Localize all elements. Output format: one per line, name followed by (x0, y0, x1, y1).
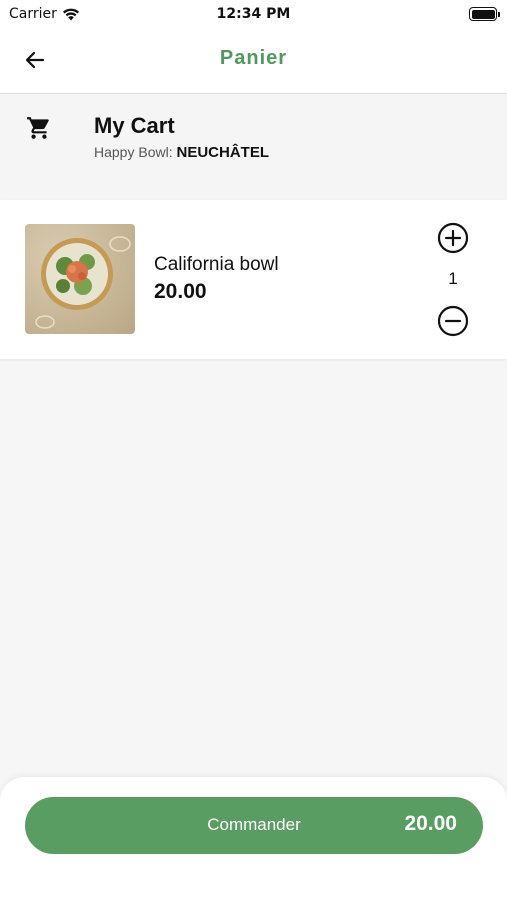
status-time: 12:34 PM (216, 6, 291, 22)
plus-circle-icon[interactable] (437, 222, 469, 254)
bottom-sheet: Commander 20.00 (0, 777, 507, 900)
minus-circle-icon[interactable] (437, 305, 469, 337)
cart-item: California bowl 20.00 1 (0, 200, 507, 359)
cart-header: My Cart Happy Bowl: NEUCHÂTEL (0, 95, 507, 199)
item-quantity: 1 (448, 269, 458, 288)
battery-icon (469, 7, 500, 21)
order-total: 20.00 (404, 812, 457, 835)
item-name: California bowl (154, 254, 279, 275)
app-bar: Panier (0, 28, 507, 94)
restaurant-name: NEUCHÂTEL (176, 144, 269, 161)
restaurant-label: Happy Bowl: (94, 144, 173, 160)
page-title: Panier (219, 47, 288, 69)
order-button[interactable]: Commander 20.00 (25, 797, 483, 854)
restaurant-info: Happy Bowl: NEUCHÂTEL (94, 144, 269, 161)
battery-level (471, 9, 495, 19)
bowl-image-icon (35, 236, 131, 329)
cart-title: My Cart (94, 113, 175, 138)
item-image (25, 224, 135, 334)
shopping-cart-icon (27, 117, 49, 139)
status-bar: Carrier 12:34 PM (0, 0, 507, 28)
item-price: 20.00 (154, 280, 207, 303)
